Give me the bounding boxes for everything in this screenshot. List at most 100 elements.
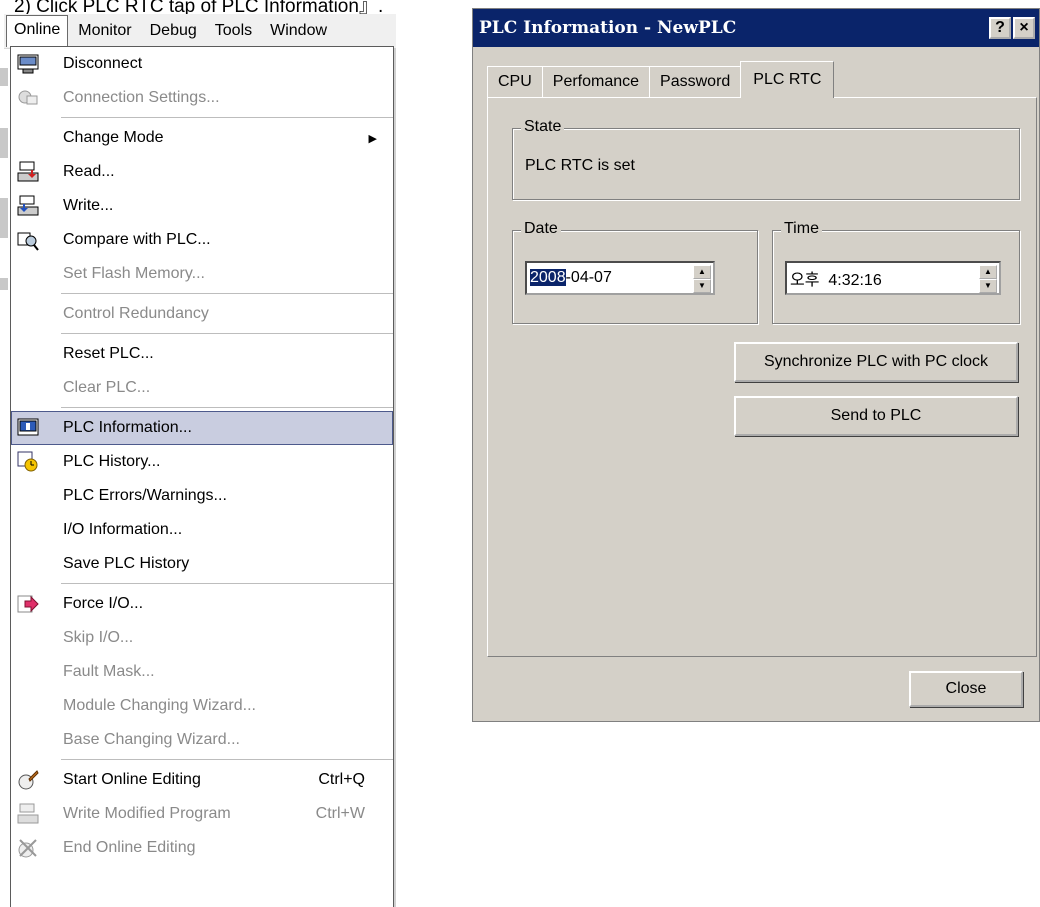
menu-item-plc-information[interactable]: PLC Information... [11,411,393,445]
menu-item-label: Clear PLC... [63,379,151,396]
menu-item-control-redundancy[interactable]: Control Redundancy [11,297,393,331]
state-group: State PLC RTC is set [512,118,1020,200]
menubar-tools[interactable]: Tools [207,18,260,44]
synchronize-plc-button[interactable]: Synchronize PLC with PC clock [734,342,1018,382]
menu-item-end-online-editing[interactable]: End Online Editing [11,831,393,865]
date-group: Date 2008-04-07 ▲ ▼ [512,220,758,324]
menu-item-label: Read... [63,163,115,180]
state-caption: State [521,118,565,136]
menu-item-save-plc-history[interactable]: Save PLC History [11,547,393,581]
menu-bar: Online Monitor Debug Tools Window [4,14,396,49]
menu-item-label: Save PLC History [63,555,190,572]
disconnect-icon [13,52,43,76]
menu-item-label: PLC Errors/Warnings... [63,487,227,504]
menu-item-label: Force I/O... [63,595,144,612]
send-to-plc-button[interactable]: Send to PLC [734,396,1018,436]
shortcut-label: Ctrl+Q [318,771,365,788]
menu-item-write-modified-program[interactable]: Write Modified Program Ctrl+W [11,797,393,831]
menu-item-change-mode[interactable]: Change Mode ▶ [11,121,393,155]
online-menu-dropdown: Disconnect Connection Settings... Change… [10,46,394,907]
tab-cpu[interactable]: CPU [487,66,543,97]
compare-icon [13,228,43,252]
time-ampm: 오후 [790,272,820,289]
spin-up-icon[interactable]: ▲ [979,265,997,279]
plc-rtc-tab-panel: State PLC RTC is set Date 2008-04-07 ▲ ▼… [487,97,1037,657]
write-modified-program-icon [13,802,43,826]
menubar-monitor[interactable]: Monitor [70,18,139,44]
read-icon [13,160,43,184]
tab-performance[interactable]: Perfomance [541,66,651,97]
menu-separator [61,407,393,408]
menu-item-plc-history[interactable]: PLC History... [11,445,393,479]
menu-item-label: Set Flash Memory... [63,265,205,282]
menubar-online[interactable]: Online [6,15,69,47]
menu-item-label: Base Changing Wizard... [63,731,240,748]
close-button[interactable]: Close [909,671,1023,707]
menu-item-label: Reset PLC... [63,345,154,362]
menu-item-label: Compare with PLC... [63,231,211,248]
date-spin-buttons[interactable]: ▲ ▼ [693,265,711,293]
time-group: Time 오후 4:32:16 ▲ ▼ [772,220,1020,324]
background-window-edge [0,48,10,898]
menu-item-label: PLC Information... [63,419,192,436]
dialog-titlebar: PLC Information - NewPLC ? × [473,9,1039,47]
menu-separator [61,583,393,584]
time-picker[interactable]: 오후 4:32:16 ▲ ▼ [785,261,1001,295]
time-spin-buttons[interactable]: ▲ ▼ [979,265,997,293]
menu-item-plc-errors-warnings[interactable]: PLC Errors/Warnings... [11,479,393,513]
menu-item-disconnect[interactable]: Disconnect [11,47,393,81]
shortcut-label: Ctrl+W [315,805,365,822]
tab-password[interactable]: Password [649,66,742,97]
menu-item-compare-with-plc[interactable]: Compare with PLC... [11,223,393,257]
menu-item-label: Fault Mask... [63,663,155,680]
date-picker[interactable]: 2008-04-07 ▲ ▼ [525,261,715,295]
state-text: PLC RTC is set [525,157,635,174]
menu-item-module-changing-wizard[interactable]: Module Changing Wizard... [11,689,393,723]
menu-item-label: I/O Information... [63,521,183,538]
spin-up-icon[interactable]: ▲ [693,265,711,279]
tab-plc-rtc[interactable]: PLC RTC [740,61,835,98]
date-caption: Date [521,220,561,238]
menu-item-label: Change Mode [63,129,164,146]
dialog-title: PLC Information - NewPLC [479,18,737,38]
date-rest: -04-07 [565,269,612,286]
end-online-editing-icon [13,836,43,860]
menu-item-io-information[interactable]: I/O Information... [11,513,393,547]
menu-item-label: Write... [63,197,114,214]
tab-strip: CPU Perfomance Password PLC RTC [487,61,835,98]
menu-item-base-changing-wizard[interactable]: Base Changing Wizard... [11,723,393,757]
start-online-editing-icon [13,768,43,792]
submenu-arrow-icon: ▶ [368,132,377,145]
close-x-button[interactable]: × [1013,17,1035,39]
plc-information-dialog: PLC Information - NewPLC ? × CPU Perfoma… [472,8,1040,722]
time-caption: Time [781,220,822,238]
menu-item-label: Disconnect [63,55,143,72]
menu-item-start-online-editing[interactable]: Start Online Editing Ctrl+Q [11,763,393,797]
spin-down-icon[interactable]: ▼ [693,279,711,293]
date-year-selected: 2008 [530,269,566,286]
menu-item-skip-io[interactable]: Skip I/O... [11,621,393,655]
menubar-window[interactable]: Window [262,18,335,44]
help-button[interactable]: ? [989,17,1011,39]
menu-item-label: Module Changing Wizard... [63,697,256,714]
menu-item-clear-plc[interactable]: Clear PLC... [11,371,393,405]
menu-item-reset-plc[interactable]: Reset PLC... [11,337,393,371]
menu-item-read[interactable]: Read... [11,155,393,189]
write-icon [13,194,43,218]
plc-history-icon [13,450,43,474]
menu-item-write[interactable]: Write... [11,189,393,223]
menu-item-label: Write Modified Program [63,805,231,822]
menu-item-set-flash-memory[interactable]: Set Flash Memory... [11,257,393,291]
menu-item-label: Control Redundancy [63,305,209,322]
spin-down-icon[interactable]: ▼ [979,279,997,293]
menu-item-fault-mask[interactable]: Fault Mask... [11,655,393,689]
menu-item-label: End Online Editing [63,839,196,856]
menu-item-force-io[interactable]: Force I/O... [11,587,393,621]
menubar-debug[interactable]: Debug [142,18,205,44]
time-value: 4:32:16 [828,272,882,289]
menu-separator [61,293,393,294]
menu-separator [61,759,393,760]
menu-item-connection-settings[interactable]: Connection Settings... [11,81,393,115]
connection-settings-icon [13,86,43,110]
menu-item-label: Skip I/O... [63,629,134,646]
